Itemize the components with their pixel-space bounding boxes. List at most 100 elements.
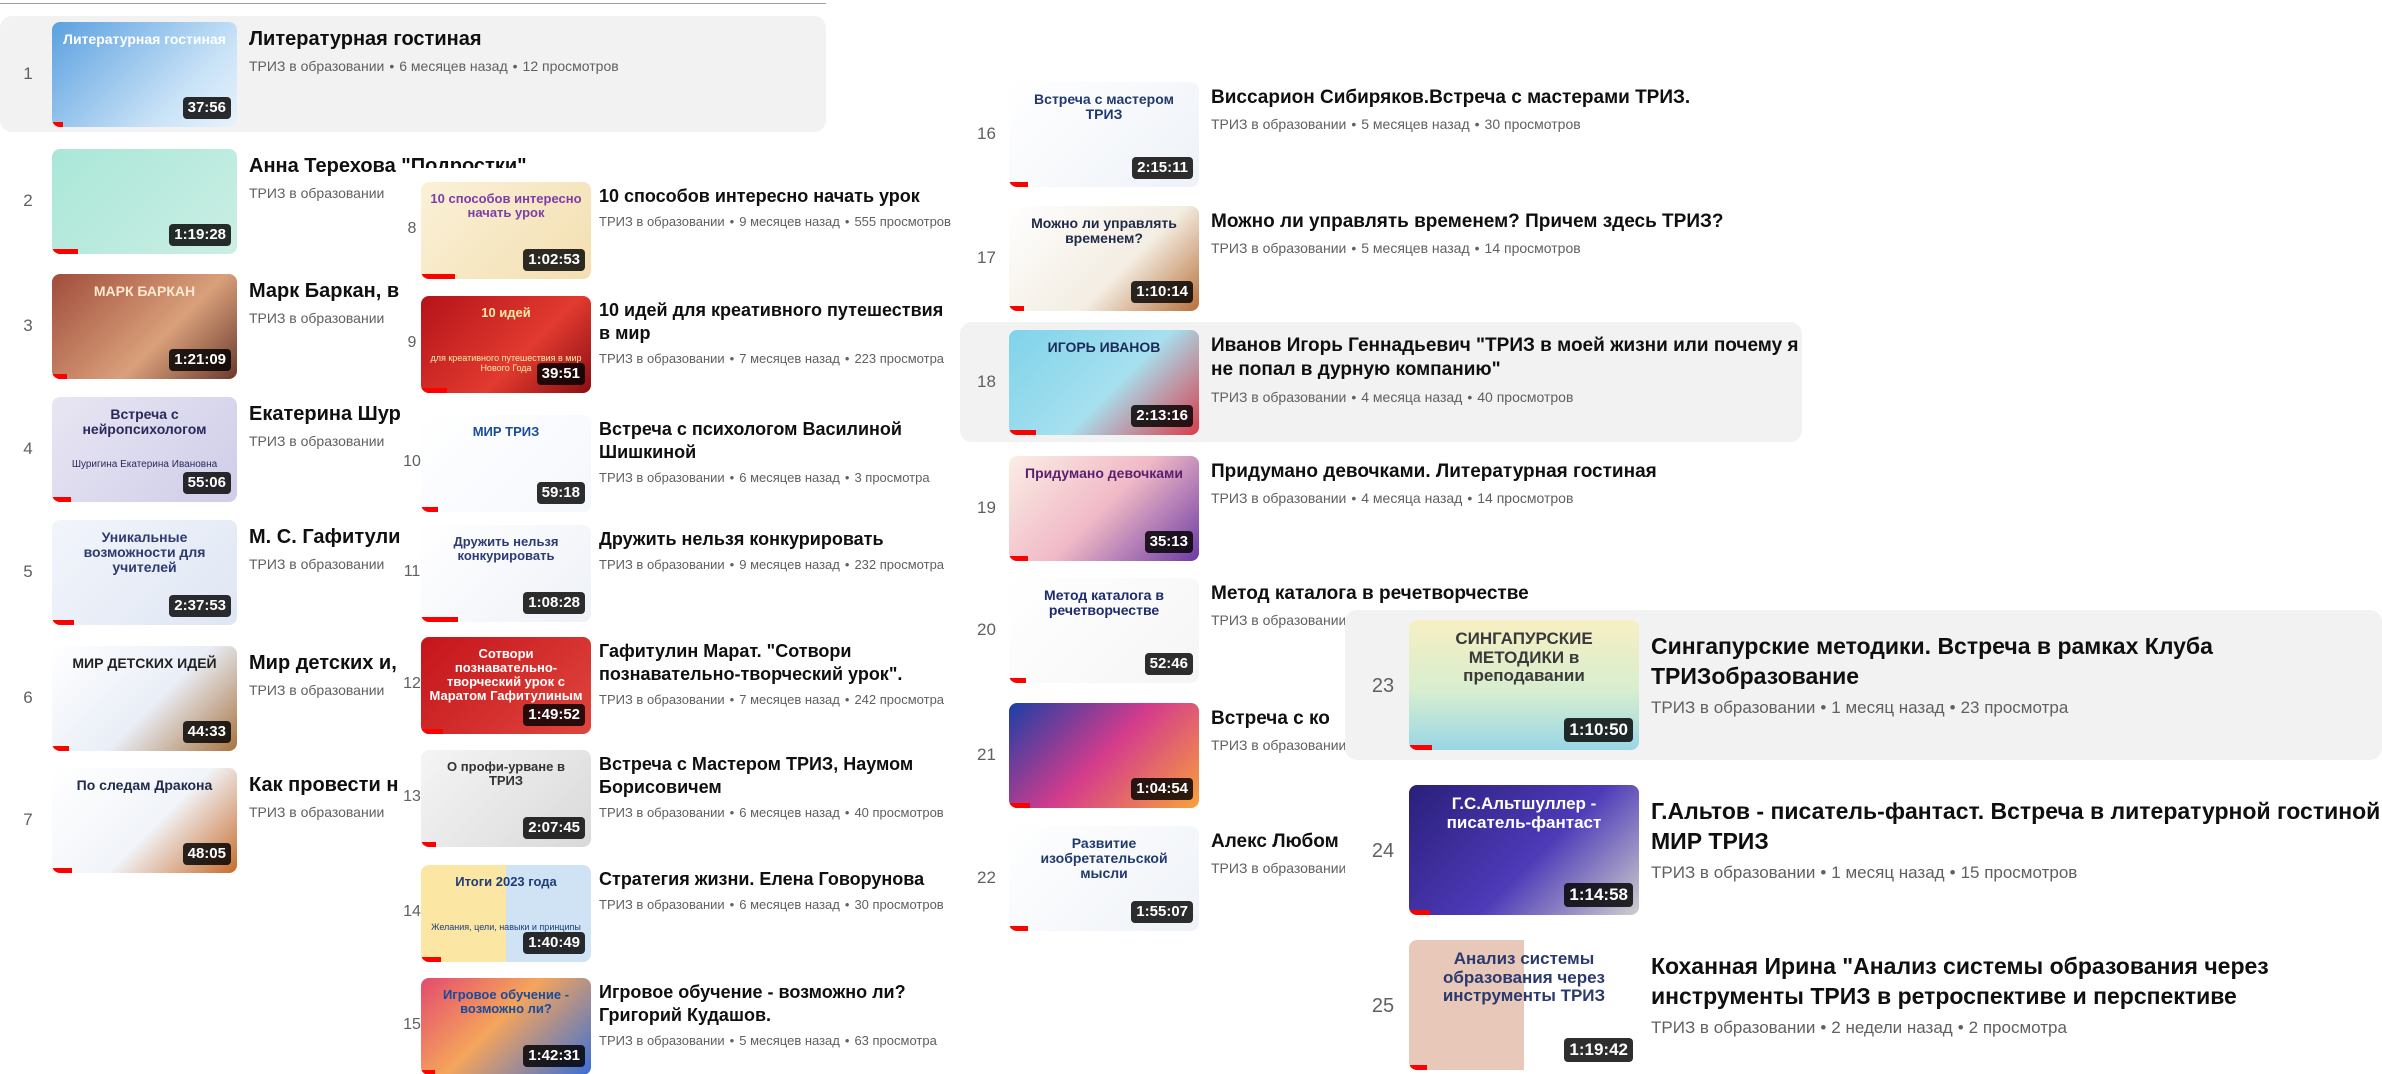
channel-name[interactable]: ТРИЗ в образовании <box>249 310 384 326</box>
video-title[interactable]: Стратегия жизни. Елена Говорунова <box>599 868 955 891</box>
video-thumbnail[interactable]: Развитие изобретательской мысли 1:55:07 <box>1009 825 1199 931</box>
channel-name[interactable]: ТРИЗ в образовании <box>249 556 384 572</box>
video-thumbnail[interactable]: Сотвори познавательно-творческий урок с … <box>421 636 591 734</box>
video-title[interactable]: Литературная гостиная <box>249 26 826 52</box>
video-thumbnail[interactable]: Встреча с мастером ТРИЗ 2:15:11 <box>1009 81 1199 187</box>
video-thumbnail[interactable]: 1:19:28 <box>52 148 237 254</box>
video-stats: ТРИЗ в образовании • 5 месяцев назад • 14 пр… <box>1211 240 1805 256</box>
video-title[interactable]: Встреча с Мастером ТРИЗ, Наумом Борисови… <box>599 753 955 800</box>
video-thumbnail[interactable]: МИР ДЕТСКИХ ИДЕЙ 44:33 <box>52 645 237 751</box>
video-thumbnail[interactable]: Литературная гостиная 37:56 <box>52 21 237 127</box>
video-title[interactable]: Гафитулин Марат. "Сотвори познавательно-… <box>599 640 955 687</box>
video-thumbnail[interactable]: МИР ТРИЗ 59:18 <box>421 414 591 512</box>
video-thumbnail[interactable]: Встреча с нейропсихологом Шуригина Екатер… <box>52 396 237 502</box>
video-title[interactable]: Дружить нельзя конкурировать <box>599 528 955 551</box>
playlist-item[interactable]: 9 10 идей для креативного путешествия в ми… <box>400 294 955 394</box>
channel-name[interactable]: ТРИЗ в образовании <box>1211 389 1346 405</box>
video-thumbnail[interactable]: О профи-урване в ТРИЗ 2:07:45 <box>421 749 591 847</box>
video-title[interactable]: Сингапурские методики. Встреча в рамках … <box>1651 632 2382 692</box>
video-thumbnail[interactable]: 10 способов интересно начать урок 1:02:53 <box>421 181 591 279</box>
video-thumbnail[interactable]: ИГОРЬ ИВАНОВ 2:13:16 <box>1009 329 1199 435</box>
playlist-item[interactable]: 18 ИГОРЬ ИВАНОВ 2:13:16 Иванов Игорь Геннад… <box>960 322 1802 442</box>
video-thumbnail[interactable]: СИНГАПУРСКИЕ МЕТОДИКИ в преподавании 1:10… <box>1409 620 1639 750</box>
video-thumbnail[interactable]: 10 идей для креативного путешествия в мир… <box>421 295 591 393</box>
separator-dot: • <box>1351 388 1357 405</box>
channel-name[interactable]: ТРИЗ в образовании <box>599 805 725 820</box>
playlist-item[interactable]: 15 Игровое обучение - возможно ли? 1:42:31… <box>400 976 955 1074</box>
video-title[interactable]: Встреча с психологом Василиной Шишкиной <box>599 418 955 465</box>
video-thumbnail[interactable]: Придумано девочками 35:13 <box>1009 455 1199 561</box>
video-thumbnail[interactable]: Можно ли управлять временем? 1:10:14 <box>1009 205 1199 311</box>
video-thumbnail[interactable]: МАРК БАРКАН 1:21:09 <box>52 273 237 379</box>
video-title[interactable]: 10 способов интересно начать урок <box>599 185 955 208</box>
watch-progress-bar <box>421 387 447 393</box>
channel-name[interactable]: ТРИЗ в образовании <box>599 897 725 912</box>
channel-name[interactable]: ТРИЗ в образовании <box>1211 116 1346 132</box>
video-title[interactable]: Можно ли управлять временем? Причем здес… <box>1211 210 1805 235</box>
channel-name[interactable]: ТРИЗ в образовании <box>599 351 725 366</box>
duration-badge: 37:56 <box>182 96 231 119</box>
video-title[interactable]: Метод каталога в речетворчестве <box>1211 582 1805 607</box>
channel-name[interactable]: ТРИЗ в образовании <box>599 214 725 229</box>
channel-name[interactable]: ТРИЗ в образовании <box>599 1033 725 1048</box>
playlist-item[interactable]: 11 Дружить нельзя конкурировать 1:08:28 Дру… <box>400 523 955 623</box>
playlist-item[interactable]: 10 МИР ТРИЗ 59:18 Встреча с психологом Васи… <box>400 408 955 518</box>
playlist-item[interactable]: 25 Анализ системы образования через инстр… <box>1345 930 2382 1074</box>
video-thumbnail[interactable]: Дружить нельзя конкурировать 1:08:28 <box>421 524 591 622</box>
upload-age: 5 месяцев назад <box>1361 116 1470 133</box>
channel-name[interactable]: ТРИЗ в образовании <box>1211 860 1346 876</box>
channel-name[interactable]: ТРИЗ в образовании <box>249 804 384 820</box>
video-thumbnail[interactable]: 1:04:54 <box>1009 702 1199 808</box>
video-thumbnail[interactable]: Г.С.Альтшуллер - писатель-фантаст 1:14:58 <box>1409 785 1639 915</box>
upload-age: 6 месяцев назад <box>739 470 840 486</box>
channel-name[interactable]: ТРИЗ в образовании <box>249 185 384 201</box>
channel-name[interactable]: ТРИЗ в образовании <box>249 433 384 449</box>
channel-name[interactable]: ТРИЗ в образовании <box>599 470 725 485</box>
video-title[interactable]: Г.Альтов - писатель-фантаст. Встреча в л… <box>1651 797 2382 857</box>
duration-badge: 2:15:11 <box>1132 156 1193 179</box>
video-thumbnail[interactable]: Метод каталога в речетворчестве 52:46 <box>1009 577 1199 683</box>
video-title[interactable]: Придумано девочками. Литературная гостин… <box>1211 460 1805 485</box>
channel-name[interactable]: ТРИЗ в образовании <box>599 692 725 707</box>
channel-name[interactable]: ТРИЗ в образовании <box>599 557 725 572</box>
channel-name[interactable]: ТРИЗ в образовании <box>1651 863 1815 882</box>
playlist-item[interactable]: 23 СИНГАПУРСКИЕ МЕТОДИКИ в преподавании 1:… <box>1345 610 2382 760</box>
video-title[interactable]: Иванов Игорь Геннадьевич "ТРИЗ в моей жи… <box>1211 334 1802 383</box>
channel-name[interactable]: ТРИЗ в образовании <box>1651 1018 1815 1037</box>
video-thumbnail[interactable]: Итоги 2023 года Желания, цели, навыки и п… <box>421 864 591 962</box>
channel-name[interactable]: ТРИЗ в образовании <box>1211 490 1346 506</box>
video-title[interactable]: Коханная Ирина "Анализ системы образован… <box>1651 952 2382 1012</box>
video-thumbnail[interactable]: Уникальные возможности для учителей 2:37:… <box>52 519 237 625</box>
separator-dot: • <box>729 1033 735 1049</box>
channel-name[interactable]: ТРИЗ в образовании <box>1651 698 1815 717</box>
thumbnail-text: О профи-урване в ТРИЗ <box>447 758 565 788</box>
playlist-item[interactable]: 12 Сотвори познавательно-творческий урок … <box>400 635 955 735</box>
video-stats: ТРИЗ в образовании • 6 месяцев назад • 3 про… <box>599 470 955 485</box>
playlist-item[interactable]: 17 Можно ли управлять временем? 1:10:14 Мож… <box>960 202 1805 314</box>
playlist-item[interactable]: 19 Придумано девочками 35:13 Придумано дево… <box>960 452 1805 564</box>
video-stats: ТРИЗ в образовании • 4 месяца назад • 40 про… <box>1211 389 1802 405</box>
playlist-item[interactable]: 13 О профи-урване в ТРИЗ 2:07:45 Встреча с … <box>400 748 955 848</box>
video-thumbnail[interactable]: Игровое обучение - возможно ли? 1:42:31 <box>421 977 591 1074</box>
item-index: 1 <box>23 64 33 83</box>
video-thumbnail[interactable]: Анализ системы образования через инструм… <box>1409 940 1639 1070</box>
video-title[interactable]: Игровое обучение - возможно ли? Григорий… <box>599 981 955 1028</box>
playlist-item[interactable]: 14 Итоги 2023 года Желания, цели, навыки и… <box>400 863 955 963</box>
channel-name[interactable]: ТРИЗ в образовании <box>249 682 384 698</box>
playlist-item[interactable]: 1 Литературная гостиная 37:56 Литературная … <box>0 16 826 132</box>
channel-name[interactable]: ТРИЗ в образовании <box>1211 240 1346 256</box>
channel-name[interactable]: ТРИЗ в образовании <box>1211 612 1346 628</box>
playlist-column-4: 23 СИНГАПУРСКИЕ МЕТОДИКИ в преподавании 1:… <box>1345 605 2382 1074</box>
playlist-item[interactable]: 16 Встреча с мастером ТРИЗ 2:15:11 Виссарио… <box>960 78 1805 190</box>
duration-badge: 1:40:49 <box>523 931 585 954</box>
video-meta: Виссарион Сибиряков.Встреча с мастерами … <box>1211 82 1805 133</box>
video-title[interactable]: 10 идей для креативного путешествия в ми… <box>599 299 955 346</box>
playlist-item[interactable]: 24 Г.С.Альтшуллер - писатель-фантаст 1:14:… <box>1345 775 2382 925</box>
playlist-item[interactable]: 8 10 способов интересно начать урок 1:02:5… <box>400 180 955 280</box>
channel-name[interactable]: ТРИЗ в образовании <box>249 58 384 74</box>
video-thumbnail[interactable]: По следам Дракона 48:05 <box>52 767 237 873</box>
channel-name[interactable]: ТРИЗ в образовании <box>1211 737 1346 753</box>
watch-progress-bar <box>1009 555 1028 561</box>
item-index: 11 <box>403 563 421 580</box>
video-title[interactable]: Виссарион Сибиряков.Встреча с мастерами … <box>1211 86 1805 111</box>
